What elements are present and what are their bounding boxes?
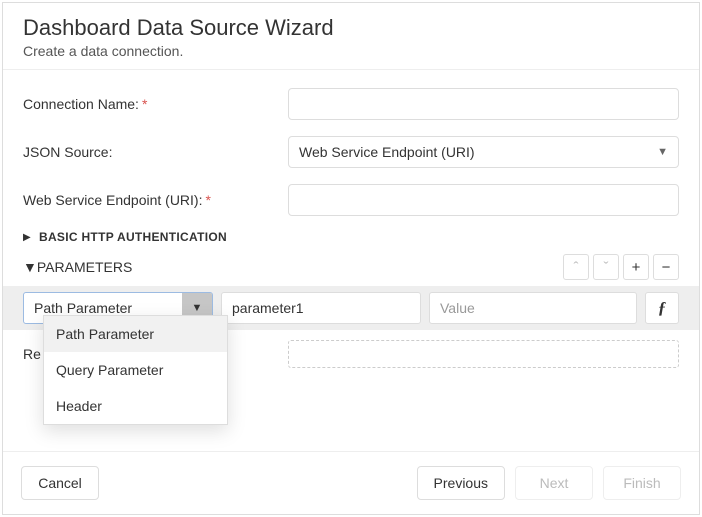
json-source-select[interactable]: Web Service Endpoint (URI) ▼: [288, 136, 679, 168]
auth-section-header[interactable]: ▶ BASIC HTTP AUTHENTICATION: [3, 224, 699, 250]
move-up-button[interactable]: ˆ: [563, 254, 589, 280]
plus-icon: +: [632, 260, 641, 275]
connection-name-row: Connection Name:*: [3, 80, 699, 128]
parameters-section-label: PARAMETERS: [37, 259, 132, 275]
required-asterisk: *: [142, 96, 147, 112]
chevron-down-icon: ▼: [657, 146, 668, 158]
button-label: Finish: [623, 475, 660, 491]
auth-section-label: BASIC HTTP AUTHENTICATION: [39, 230, 227, 244]
connection-name-label: Connection Name:*: [23, 96, 288, 112]
wizard-title: Dashboard Data Source Wizard: [23, 15, 679, 41]
endpoint-input[interactable]: [288, 184, 679, 216]
dropdown-option-path-parameter[interactable]: Path Parameter: [44, 316, 227, 352]
connection-name-input[interactable]: [288, 88, 679, 120]
caret-down-icon: ˇ: [604, 260, 609, 275]
caret-up-icon: ˆ: [574, 260, 579, 275]
next-button[interactable]: Next: [515, 466, 593, 500]
parameter-name-value: parameter1: [232, 300, 304, 316]
button-label: Previous: [434, 475, 488, 491]
json-source-value: Web Service Endpoint (URI): [299, 144, 475, 160]
dropdown-option-header[interactable]: Header: [44, 388, 227, 424]
required-asterisk: *: [205, 192, 210, 208]
label-text: Connection Name:: [23, 96, 139, 112]
parameters-section-header[interactable]: ▼ PARAMETERS: [23, 259, 132, 275]
parameter-type-dropdown-menu: Path Parameter Query Parameter Header: [43, 315, 228, 425]
cancel-button[interactable]: Cancel: [21, 466, 99, 500]
wizard-header: Dashboard Data Source Wizard Create a da…: [3, 3, 699, 69]
json-source-row: JSON Source: Web Service Endpoint (URI) …: [3, 128, 699, 176]
move-down-button[interactable]: ˇ: [593, 254, 619, 280]
parameters-section-header-row: ▼ PARAMETERS ˆ ˇ + −: [3, 250, 699, 286]
chevron-down-icon: ▼: [192, 302, 203, 314]
previous-button[interactable]: Previous: [417, 466, 505, 500]
minus-icon: −: [662, 260, 671, 275]
dropdown-option-query-parameter[interactable]: Query Parameter: [44, 352, 227, 388]
function-icon: ƒ: [658, 298, 667, 318]
parameter-value-input[interactable]: Value: [429, 292, 637, 324]
json-source-label: JSON Source:: [23, 144, 288, 160]
button-label: Next: [540, 475, 569, 491]
button-label: Cancel: [38, 475, 82, 491]
endpoint-row: Web Service Endpoint (URI):*: [3, 176, 699, 224]
chevron-right-icon: ▶: [23, 232, 33, 243]
result-schema-dropzone[interactable]: [288, 340, 679, 368]
chevron-down-icon: ▼: [23, 259, 37, 275]
remove-parameter-button[interactable]: −: [653, 254, 679, 280]
wizard-footer: Cancel Previous Next Finish: [3, 451, 699, 514]
add-parameter-button[interactable]: +: [623, 254, 649, 280]
parameter-name-input[interactable]: parameter1: [221, 292, 421, 324]
json-source-select-wrap: Web Service Endpoint (URI) ▼: [288, 136, 679, 168]
endpoint-label: Web Service Endpoint (URI):*: [23, 192, 288, 208]
wizard-dialog: Dashboard Data Source Wizard Create a da…: [2, 2, 700, 515]
parameter-value-placeholder: Value: [440, 300, 475, 316]
label-text: Web Service Endpoint (URI):: [23, 192, 202, 208]
wizard-subtitle: Create a data connection.: [23, 43, 679, 59]
expression-editor-button[interactable]: ƒ: [645, 292, 679, 324]
finish-button[interactable]: Finish: [603, 466, 681, 500]
